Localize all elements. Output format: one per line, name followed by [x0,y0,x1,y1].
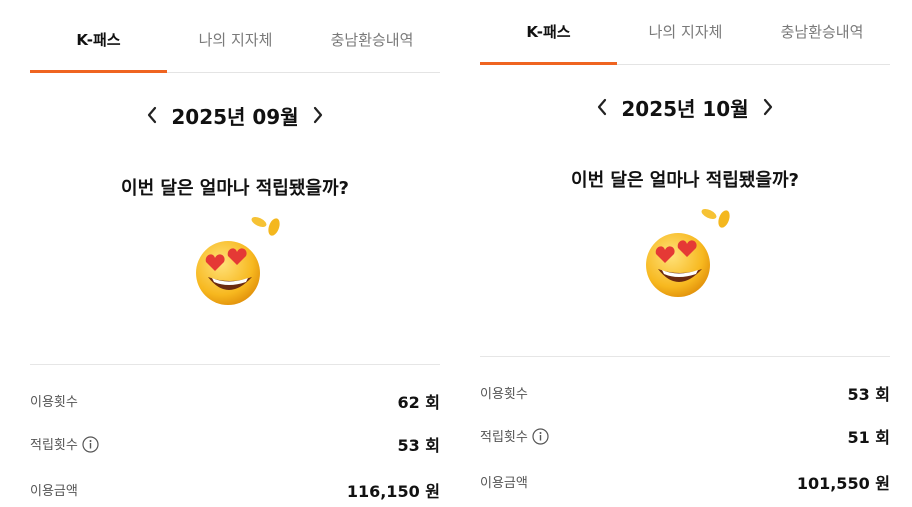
tab-bar: K-패스 나의 지자체 충남환승내역 [480,0,890,65]
month-navigator: 2025년 10월 [480,92,890,122]
stat-row-usage-count: 이용횟수 53 회 [480,379,890,405]
stat-value: 62 회 [397,393,440,412]
stat-row-usage-amount: 이용금액 116,150 원 [30,476,440,502]
stat-value: 51 회 [847,428,890,447]
tab-chungnam-transfer-history[interactable]: 충남환승내역 [754,20,890,44]
stat-label-with-info: 적립횟수 [480,426,549,445]
info-icon[interactable] [82,436,99,453]
stat-row-usage-amount: 이용금액 101,550 원 [480,468,890,494]
tab-kpass[interactable]: K-패스 [30,28,167,52]
stat-label: 이용금액 [480,476,528,491]
chevron-right-icon[interactable] [756,94,780,120]
divider [30,364,440,365]
stat-label: 이용횟수 [30,395,78,410]
stat-value: 53 회 [397,436,440,455]
stat-label-with-info: 적립횟수 [30,434,99,453]
tab-bar: K-패스 나의 지자체 충남환승내역 [30,0,440,73]
stat-label: 적립횟수 [480,430,528,445]
heart-eyes-face-icon [196,217,280,305]
stat-label: 이용금액 [30,484,78,499]
stat-label: 적립횟수 [30,438,78,453]
stat-value: 101,550 원 [796,474,890,493]
tab-my-municipality[interactable]: 나의 지자체 [617,20,754,44]
stat-label: 이용횟수 [480,387,528,402]
divider [480,356,890,357]
savings-question: 이번 달은 얼마나 적립됐을까? [121,178,349,199]
chevron-right-icon[interactable] [306,102,330,128]
month-label: 2025년 10월 [621,97,749,121]
stat-row-usage-count: 이용횟수 62 회 [30,387,440,413]
stat-value: 116,150 원 [346,482,440,501]
kpass-panel-october: K-패스 나의 지자체 충남환승내역 2025년 10월 이번 달은 얼마나 적… [480,0,890,499]
stat-value: 53 회 [847,385,890,404]
active-tab-indicator [30,70,167,73]
stat-row-saving-count: 적립횟수 53 회 [30,430,440,456]
month-label: 2025년 09월 [171,105,299,129]
savings-question: 이번 달은 얼마나 적립됐을까? [571,170,799,191]
active-tab-indicator [480,62,617,65]
month-navigator: 2025년 09월 [30,100,440,130]
tab-kpass[interactable]: K-패스 [480,20,617,44]
heart-eyes-face-icon [646,209,730,297]
tab-chungnam-transfer-history[interactable]: 충남환승내역 [304,28,440,52]
tab-my-municipality[interactable]: 나의 지자체 [167,28,304,52]
kpass-panel-september: K-패스 나의 지자체 충남환승내역 2025년 09월 이번 달은 얼마나 적… [30,0,440,507]
info-icon[interactable] [532,428,549,445]
stat-row-saving-count: 적립횟수 51 회 [480,422,890,448]
